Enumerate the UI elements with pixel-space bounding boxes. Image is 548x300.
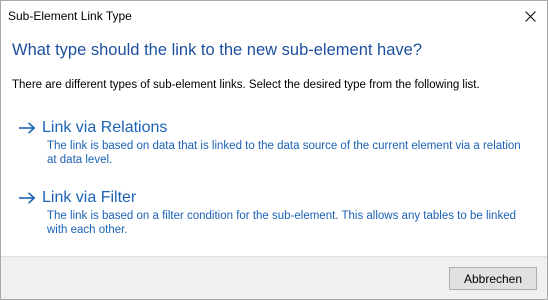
cancel-button[interactable]: Abbrechen: [449, 267, 537, 290]
command-link-header: Link via Filter: [18, 188, 532, 208]
description-line: at data level.: [47, 154, 113, 166]
command-link-title: Link via Filter: [42, 189, 137, 206]
close-button[interactable]: [513, 1, 547, 31]
description-line: with each other.: [47, 224, 128, 236]
description-line: The link is based on data that is linked…: [47, 140, 521, 152]
content-text: There are different types of sub-element…: [12, 79, 480, 91]
title-bar[interactable]: Sub-Element Link Type: [1, 1, 547, 31]
command-link-description: The link is based on data that is linked…: [47, 139, 532, 167]
link-via-relations-option[interactable]: Link via Relations The link is based on …: [12, 116, 536, 170]
task-dialog: Sub-Element Link Type What type should t…: [0, 0, 548, 300]
arrow-right-icon: [18, 121, 38, 135]
main-instruction: What type should the link to the new sub…: [12, 41, 422, 59]
description-line: The link is based on a filter condition …: [47, 210, 516, 222]
command-link-title: Link via Relations: [42, 119, 168, 136]
command-link-header: Link via Relations: [18, 118, 532, 138]
command-link-description: The link is based on a filter condition …: [47, 209, 532, 237]
link-via-filter-option[interactable]: Link via Filter The link is based on a f…: [12, 186, 536, 242]
dialog-footer: Abbrechen: [1, 256, 547, 299]
window-title: Sub-Element Link Type: [8, 9, 132, 23]
arrow-right-icon: [18, 191, 38, 205]
close-icon: [524, 10, 536, 22]
